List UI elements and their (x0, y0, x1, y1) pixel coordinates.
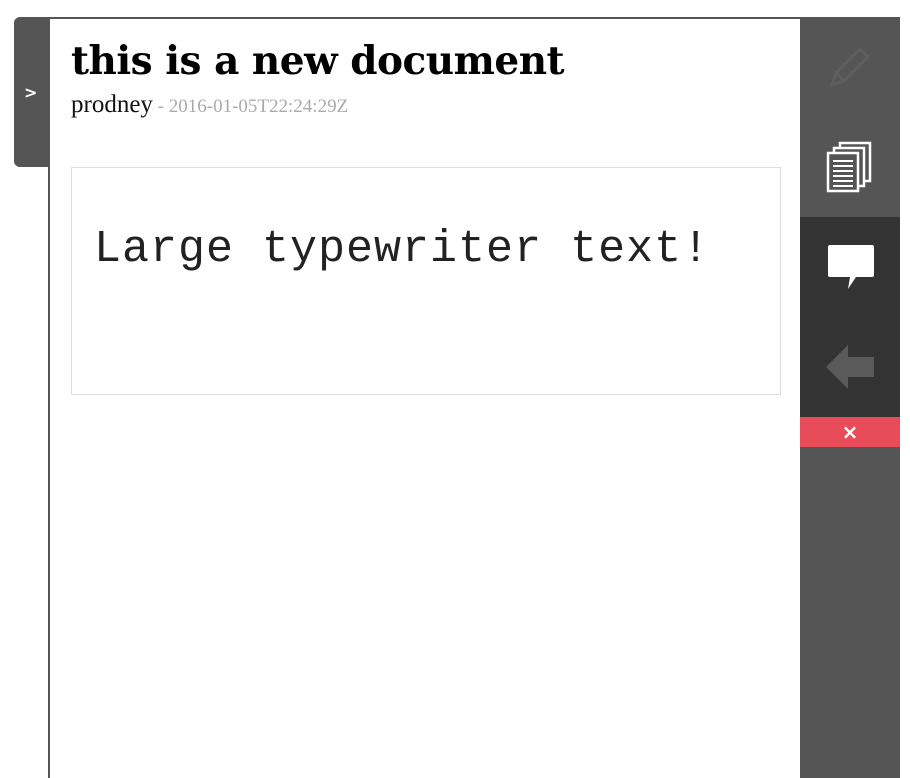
byline: prodney - 2016-01-05T22:24:29Z (71, 91, 348, 121)
comment-button[interactable] (800, 217, 900, 317)
edit-button[interactable] (800, 17, 900, 117)
byline-separator: - (152, 96, 169, 117)
close-button[interactable]: × (800, 417, 900, 447)
document-body-text: Large typewriter text! (94, 224, 711, 275)
arrow-left-icon (826, 345, 874, 389)
sidebar-toggle-tab[interactable]: > (14, 17, 50, 167)
back-button[interactable] (800, 317, 900, 417)
copy-documents-button[interactable] (800, 117, 900, 217)
right-toolbar: × (800, 17, 900, 778)
app-window: > this is a new document prodney - 2016-… (0, 0, 910, 778)
document-timestamp: 2016-01-05T22:24:29Z (168, 96, 349, 117)
document-content-box[interactable]: Large typewriter text! (71, 167, 781, 395)
author-name: prodney (71, 91, 153, 118)
pencil-icon (829, 46, 871, 88)
speech-bubble-icon (828, 245, 874, 289)
document-title: this is a new document (71, 38, 565, 84)
documents-icon (826, 141, 872, 193)
document-panel: this is a new document prodney - 2016-01… (48, 17, 800, 778)
expand-chevron-icon[interactable]: > (24, 83, 37, 103)
